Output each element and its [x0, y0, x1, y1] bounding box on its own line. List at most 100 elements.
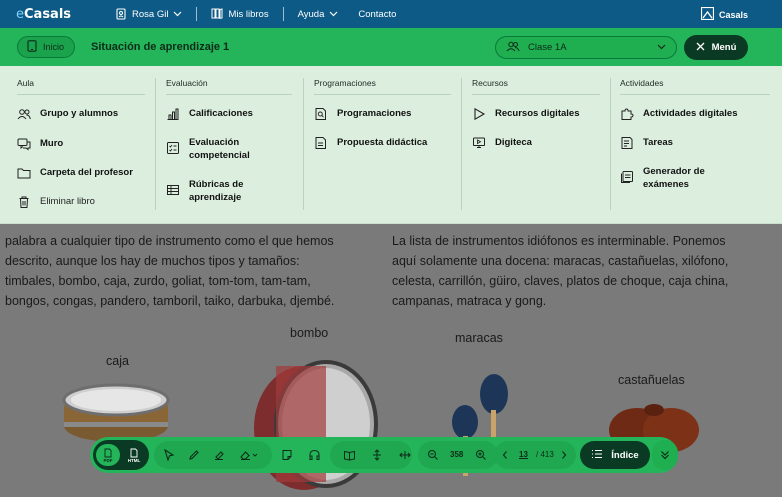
menu-item-eliminar-libro[interactable]: Eliminar libro	[17, 195, 95, 209]
menu-column-programaciones: Programaciones	[314, 78, 451, 95]
tablet-icon	[27, 40, 37, 54]
maracas-label: maracas	[455, 331, 503, 345]
html-format-button[interactable]: HTML	[122, 444, 146, 466]
help-menu[interactable]: Ayuda	[298, 9, 339, 20]
document-search-icon	[314, 107, 328, 121]
menu-item-generador-examenes[interactable]: Generador de exámenes	[620, 165, 740, 191]
menu-item-carpeta-profesor[interactable]: Carpeta del profesor	[17, 166, 133, 180]
text-line: palabra a cualquier tipo de instrumento …	[5, 234, 334, 248]
expand-toolbar-button[interactable]	[652, 440, 678, 470]
my-books-link[interactable]: Mis libros	[211, 7, 269, 22]
audio-tool[interactable]	[303, 444, 325, 466]
divider	[196, 7, 198, 21]
close-icon	[696, 42, 705, 54]
user-menu[interactable]: Rosa Gil	[115, 8, 182, 20]
zoom-level: 358	[450, 450, 464, 459]
column-heading: Programaciones	[314, 78, 451, 95]
menu-column-actividades: Actividades	[620, 78, 770, 95]
open-book-icon	[343, 450, 355, 461]
index-button[interactable]: Índice	[580, 441, 650, 469]
eraser-icon	[240, 451, 258, 461]
users-icon	[506, 41, 520, 55]
main-menu-panel: Aula Grupo y alumnos Muro Carpeta del pr…	[0, 66, 782, 224]
class-select-value: Clase 1A	[528, 42, 567, 53]
home-button[interactable]: Inicio	[17, 36, 76, 58]
menu-column-recursos: Recursos	[472, 78, 600, 95]
fit-height-tool[interactable]	[366, 444, 388, 466]
zoom-out-button[interactable]	[422, 444, 444, 466]
exam-icon	[620, 170, 634, 184]
notes-tool[interactable]	[276, 444, 298, 466]
menu-item-actividades-digitales[interactable]: Actividades digitales	[620, 107, 738, 121]
castanuelas-label: castañuelas	[618, 373, 685, 387]
pencil-tool[interactable]	[183, 444, 205, 466]
menu-item-rubricas[interactable]: Rúbricas de aprendizaje	[166, 178, 276, 204]
pointer-tool[interactable]	[158, 444, 180, 466]
previous-page-button[interactable]	[494, 444, 516, 466]
reader-toolbar: PDF HTML 358 13 / 413 Índice	[90, 437, 678, 473]
contact-link[interactable]: Contacto	[358, 9, 396, 20]
current-page-input[interactable]: 13	[519, 450, 528, 459]
text-line: aquí solamente una docena: maracas, cast…	[392, 254, 729, 268]
format-switch: PDF HTML	[93, 440, 149, 470]
chevron-down-icon	[173, 9, 182, 20]
menu-button[interactable]: Menú	[684, 35, 748, 60]
ecasals-logo[interactable]: eCasals	[16, 7, 71, 22]
user-name: Rosa Gil	[132, 8, 169, 20]
column-heading: Aula	[17, 78, 145, 95]
column-heading: Recursos	[472, 78, 600, 95]
cursor-icon	[164, 449, 175, 461]
pdf-format-button[interactable]: PDF	[96, 444, 120, 466]
text-line: bongos, congas, pandero, tamboril, taiko…	[5, 294, 335, 308]
menu-item-tareas[interactable]: Tareas	[620, 136, 673, 150]
page-title: Situación de aprendizaje 1	[91, 41, 230, 53]
menu-item-calificaciones[interactable]: Calificaciones	[166, 107, 253, 121]
bar-chart-icon	[166, 107, 180, 121]
column-divider	[303, 78, 304, 210]
html-icon	[130, 448, 138, 457]
menu-item-grupo-alumnos[interactable]: Grupo y alumnos	[17, 107, 118, 121]
chevron-down-icon	[657, 42, 666, 53]
next-page-button[interactable]	[553, 444, 575, 466]
column-heading: Evaluación	[166, 78, 292, 95]
menu-item-programaciones[interactable]: Programaciones	[314, 107, 411, 121]
menu-item-muro[interactable]: Muro	[17, 137, 63, 151]
menu-item-evaluacion-competencial[interactable]: Evaluación competencial	[166, 136, 276, 162]
total-pages: / 413	[536, 450, 554, 459]
vertical-arrows-icon	[373, 449, 381, 461]
chevron-left-icon	[502, 451, 507, 459]
double-chevron-down-icon	[661, 451, 669, 460]
chevron-right-icon	[562, 451, 567, 459]
zoom-in-button[interactable]	[470, 444, 492, 466]
eraser-tool[interactable]	[235, 444, 263, 466]
book-header-bar: Inicio Situación de aprendizaje 1 Clase …	[0, 28, 782, 66]
menu-item-digiteca[interactable]: Digiteca	[472, 136, 532, 150]
casals-brand[interactable]: Casals	[700, 6, 748, 22]
text-line: timbales, bombo, caja, zurdo, goliat, to…	[5, 274, 311, 288]
text-line: celesta, carrillón, güiro, claves, plato…	[392, 274, 729, 288]
menu-item-propuesta-didactica[interactable]: Propuesta didáctica	[314, 136, 427, 150]
divider	[282, 7, 284, 21]
book-view-tool[interactable]	[338, 444, 360, 466]
top-bar: eCasals Rosa Gil Mis libros Ayuda Contac…	[0, 0, 782, 28]
column-divider	[610, 78, 611, 210]
fit-width-tool[interactable]	[394, 444, 416, 466]
media-library-icon	[472, 136, 486, 150]
text-line: La lista de instrumentos idiófonos es in…	[392, 234, 726, 248]
menu-item-recursos-digitales[interactable]: Recursos digitales	[472, 107, 579, 121]
chevron-down-icon	[329, 9, 338, 20]
column-divider	[155, 78, 156, 210]
puzzle-icon	[620, 107, 634, 121]
pencil-icon	[189, 450, 199, 460]
highlighter-tool[interactable]	[208, 444, 230, 466]
note-icon	[282, 450, 292, 460]
menu-column-evaluacion: Evaluación	[166, 78, 292, 95]
casals-logo-icon	[700, 6, 715, 22]
bombo-label: bombo	[290, 326, 329, 340]
document-icon	[314, 136, 328, 150]
text-line: descrito, aunque los hay de muchos tipos…	[5, 254, 300, 268]
class-select[interactable]: Clase 1A	[495, 36, 677, 59]
zoom-in-icon	[476, 450, 486, 460]
right-paragraph: La lista de instrumentos idiófonos es in…	[392, 231, 782, 311]
list-icon	[591, 449, 603, 462]
